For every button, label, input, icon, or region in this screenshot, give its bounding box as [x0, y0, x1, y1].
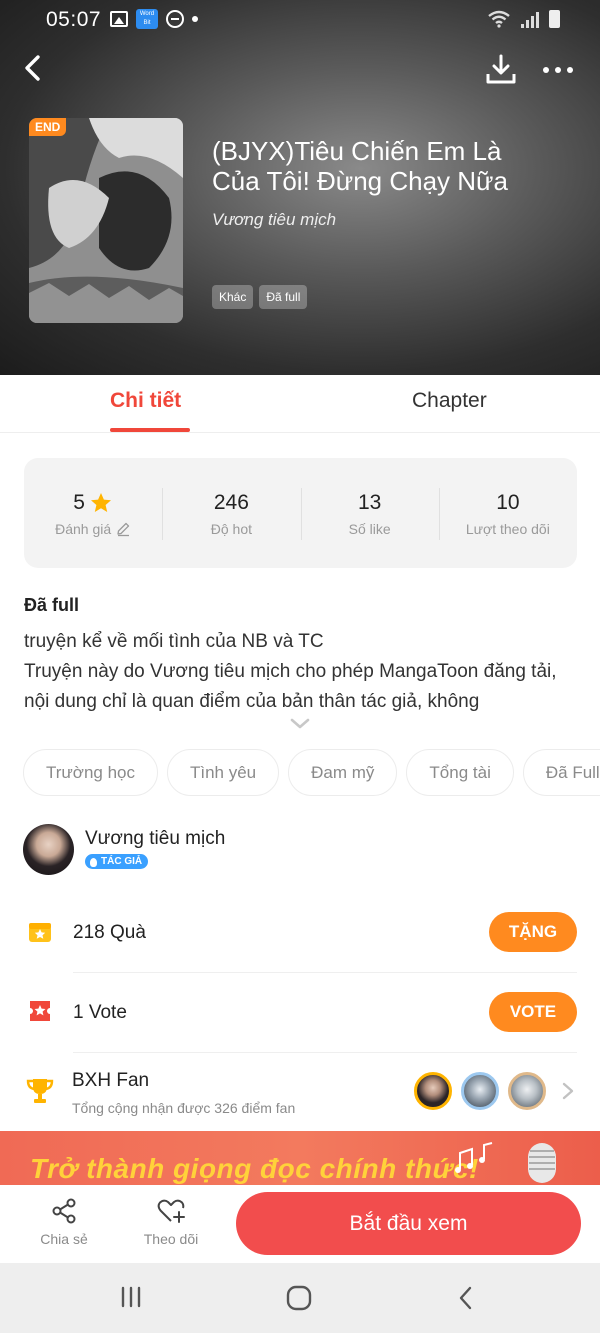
heart-plus-icon — [157, 1199, 185, 1223]
banner-text: Trở thành giọng đọc chính thức! — [30, 1153, 479, 1184]
system-nav-bar — [0, 1263, 600, 1333]
likes-value: 13 — [357, 491, 382, 514]
description-text: truyện kể về mối tình của NB và TC Truyệ… — [24, 631, 557, 712]
stats-panel: 5 Đánh giá 246 Độ hot 13 Số like 10 Lượt… — [24, 458, 577, 568]
follow-button[interactable]: Theo dõi — [131, 1197, 211, 1247]
chevron-down-icon[interactable] — [288, 716, 312, 732]
followers-label: Lượt theo dõi — [465, 521, 550, 537]
hot-label: Độ hot — [210, 521, 252, 537]
notification-dot-icon — [192, 16, 198, 22]
share-icon — [52, 1198, 76, 1224]
start-reading-button[interactable]: Bắt đầu xem — [236, 1192, 581, 1255]
fan-ranking-subtitle: Tổng cộng nhận được 326 điểm fan — [72, 1100, 296, 1116]
genre-chip[interactable]: Tổng tài — [406, 749, 514, 796]
genre-chip[interactable]: Trường học — [23, 749, 158, 796]
battery-icon — [549, 10, 560, 28]
microphone-icon — [528, 1143, 556, 1183]
wifi-icon — [488, 10, 510, 28]
likes-label: Số like — [348, 521, 391, 537]
hot-value: 246 — [213, 491, 249, 514]
edit-icon[interactable] — [115, 521, 131, 537]
gallery-icon — [110, 11, 128, 27]
followers-value: 10 — [496, 491, 520, 514]
gift-count: 218 Quà — [73, 922, 146, 943]
give-gift-button[interactable]: TẶNG — [489, 912, 577, 952]
genre-chip[interactable]: Tình yêu — [166, 749, 280, 796]
book-tags: Khác Đã full — [212, 285, 308, 309]
signal-icon — [521, 12, 539, 28]
wordbit-icon: Word Bit — [136, 9, 158, 29]
nav-back-icon[interactable] — [456, 1285, 476, 1311]
gift-icon — [29, 923, 51, 942]
completion-status: Đã full — [24, 595, 80, 615]
download-icon[interactable] — [484, 52, 518, 88]
home-icon[interactable] — [285, 1285, 313, 1311]
status-bar: 05:07 Word Bit — [0, 0, 600, 38]
follow-label: Theo dõi — [143, 1231, 199, 1247]
stat-followers: 10 Lượt theo dõi — [438, 458, 577, 568]
music-notes-icon — [455, 1142, 493, 1173]
genre-chip[interactable]: Đam mỹ — [288, 749, 398, 796]
fan-avatar-1[interactable] — [414, 1072, 452, 1110]
more-horizontal-icon[interactable] — [540, 60, 576, 80]
book-header: 05:07 Word Bit END (BJYX)Tiêu Chiến Em L… — [0, 0, 600, 375]
divider — [73, 972, 577, 973]
rating-label: Đánh giá — [55, 521, 112, 537]
star-icon — [90, 493, 111, 512]
author-name[interactable]: Vương tiêu mịch — [85, 828, 225, 850]
promo-banner[interactable]: Trở thành giọng đọc chính thức! — [0, 1131, 600, 1185]
author-avatar[interactable] — [23, 824, 74, 875]
stat-rating[interactable]: 5 Đánh giá — [24, 458, 162, 568]
divider — [73, 1052, 577, 1053]
chevron-left-icon[interactable] — [20, 52, 50, 84]
vote-count: 1 Vote — [73, 1002, 127, 1023]
recent-apps-icon[interactable] — [119, 1285, 143, 1309]
tab-chapter[interactable]: Chapter — [412, 389, 487, 413]
end-badge: END — [29, 118, 67, 136]
trophy-icon — [26, 1079, 54, 1103]
bottom-action-bar: Chia sẻ Theo dõi Bắt đầu xem — [0, 1185, 600, 1263]
author-role-badge: TÁC GIẢ — [85, 854, 149, 869]
fan-ranking-title[interactable]: BXH Fan — [72, 1070, 149, 1092]
fan-avatar-3[interactable] — [508, 1072, 546, 1110]
do-not-disturb-icon — [166, 10, 184, 28]
chevron-right-icon[interactable] — [560, 1081, 576, 1101]
vote-ticket-icon — [27, 1001, 53, 1021]
tab-bar: Chi tiết Chapter — [0, 375, 600, 433]
genre-chip[interactable]: Đã Full — [522, 749, 600, 796]
fan-avatar-2[interactable] — [461, 1072, 499, 1110]
genre-list: Trường học Tình yêu Đam mỹ Tổng tài Đã Full — [23, 749, 600, 797]
stat-hot: 246 Độ hot — [162, 458, 300, 568]
status-time: 05:07 — [46, 8, 102, 31]
tab-active-indicator — [110, 428, 190, 432]
book-title: (BJYX)Tiêu Chiến Em Là Của Tôi! Đừng Chạ… — [212, 136, 508, 196]
share-button[interactable]: Chia sẻ — [24, 1197, 104, 1247]
book-cover-image — [29, 118, 183, 323]
tab-details[interactable]: Chi tiết — [110, 389, 181, 413]
vote-button[interactable]: VOTE — [489, 992, 577, 1032]
book-author[interactable]: Vương tiêu mịch — [212, 210, 336, 230]
rating-value: 5 — [73, 491, 85, 514]
tag-chip[interactable]: Đã full — [259, 285, 308, 309]
share-label: Chia sẻ — [40, 1231, 88, 1247]
tag-chip[interactable]: Khác — [212, 285, 254, 309]
stat-likes: 13 Số like — [300, 458, 439, 568]
